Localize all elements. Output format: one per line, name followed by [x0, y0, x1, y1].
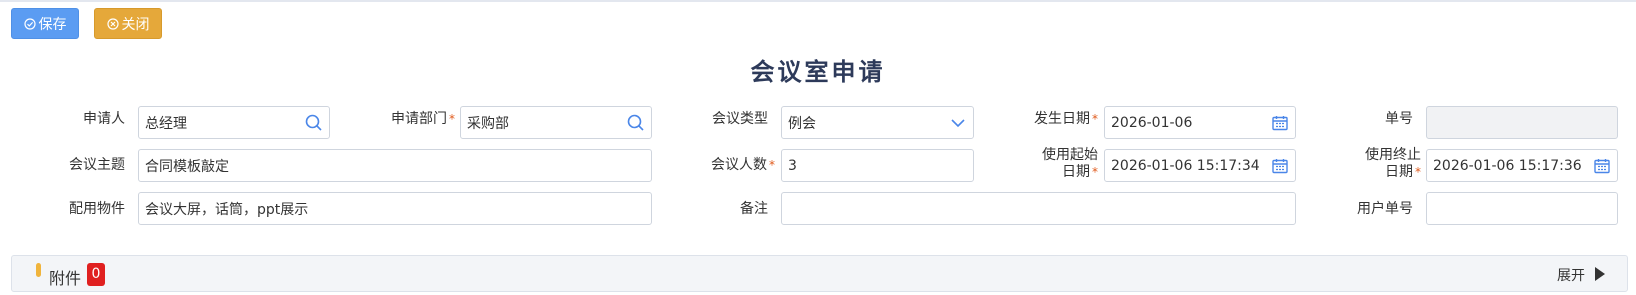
- items-field[interactable]: 会议大屏，话筒，ppt展示: [138, 192, 652, 225]
- date-label: 发生日期 *: [1034, 111, 1098, 128]
- dept-label-text: 申请部门: [391, 111, 447, 127]
- start-datetime-field[interactable]: 2026-01-06 15:17:34: [1104, 149, 1296, 182]
- date-value: 2026-01-06: [1111, 114, 1193, 131]
- attendees-field[interactable]: 3: [781, 149, 974, 182]
- search-icon[interactable]: [627, 114, 645, 132]
- expand-arrow-icon[interactable]: [1595, 267, 1605, 281]
- attachments-count-badge: 0: [87, 263, 105, 286]
- date-label-text: 发生日期: [1034, 111, 1090, 127]
- applicant-value: 总经理: [145, 115, 187, 132]
- dept-value: 采购部: [467, 115, 509, 132]
- remark-field[interactable]: [781, 192, 1296, 225]
- start-label: 使用起始 日期 *: [1042, 147, 1098, 181]
- applicant-label: 申请人: [83, 111, 125, 127]
- date-field[interactable]: 2026-01-06: [1104, 106, 1296, 139]
- subject-field[interactable]: 合同模板敲定: [138, 149, 652, 182]
- applicant-field[interactable]: 总经理: [138, 106, 330, 139]
- doc-no-field: [1426, 106, 1618, 139]
- section-marker: [36, 263, 41, 277]
- required-mark: *: [769, 158, 775, 172]
- attachments-label: 附件: [49, 269, 82, 288]
- expand-label[interactable]: 展开: [1557, 265, 1585, 285]
- subject-value: 合同模板敲定: [145, 158, 229, 175]
- doc-no-label: 单号: [1385, 111, 1413, 127]
- close-button-label: 关闭: [121, 16, 150, 33]
- attendees-label: 会议人数 *: [711, 157, 775, 174]
- start-label-line1: 使用起始: [1042, 147, 1098, 163]
- items-label: 配用物件: [69, 201, 125, 217]
- meeting-type-value: 例会: [788, 115, 816, 132]
- attachments-panel: 附件 0 展开: [11, 255, 1628, 292]
- required-mark: *: [1092, 165, 1098, 179]
- end-label: 使用终止 日期 *: [1365, 147, 1421, 181]
- meeting-type-select[interactable]: 例会: [781, 106, 974, 139]
- calendar-icon[interactable]: [1593, 157, 1611, 175]
- close-circle-icon: [106, 17, 119, 30]
- calendar-icon[interactable]: [1271, 114, 1289, 132]
- start-value: 2026-01-06 15:17:34: [1111, 157, 1260, 174]
- calendar-icon[interactable]: [1271, 157, 1289, 175]
- page-title: 会议室申请: [750, 58, 886, 86]
- required-mark: *: [1415, 165, 1421, 179]
- meeting-type-label: 会议类型: [712, 111, 768, 127]
- attendees-label-text: 会议人数: [711, 157, 767, 173]
- close-button[interactable]: 关闭: [94, 8, 162, 39]
- dept-field[interactable]: 采购部: [460, 106, 652, 139]
- remark-label: 备注: [740, 201, 768, 217]
- required-mark: *: [1092, 112, 1098, 126]
- user-no-label: 用户单号: [1357, 201, 1413, 217]
- top-border: [0, 0, 1636, 2]
- subject-label: 会议主题: [69, 157, 125, 173]
- search-icon[interactable]: [305, 114, 323, 132]
- save-button-label: 保存: [38, 16, 67, 33]
- items-value: 会议大屏，话筒，ppt展示: [145, 201, 309, 218]
- end-label-line1: 使用终止: [1365, 147, 1421, 163]
- dept-label: 申请部门 *: [391, 111, 455, 128]
- end-value: 2026-01-06 15:17:36: [1433, 157, 1582, 174]
- save-button[interactable]: 保存: [11, 8, 79, 39]
- start-label-line2-wrap: 日期 *: [1042, 164, 1098, 181]
- required-mark: *: [449, 112, 455, 126]
- start-label-line2: 日期: [1062, 164, 1090, 180]
- end-label-line2-wrap: 日期 *: [1365, 164, 1421, 181]
- end-label-line2: 日期: [1385, 164, 1413, 180]
- user-no-field[interactable]: [1426, 192, 1618, 225]
- chevron-down-icon: [951, 119, 965, 128]
- attendees-value: 3: [788, 157, 797, 174]
- check-circle-icon: [23, 17, 36, 30]
- end-datetime-field[interactable]: 2026-01-06 15:17:36: [1426, 149, 1618, 182]
